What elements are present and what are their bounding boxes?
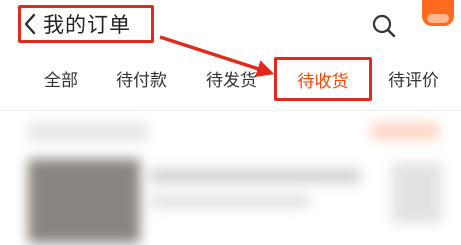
order-status-tabs: 全部 待付款 待发货 待收货 待评价 <box>0 54 461 111</box>
tab-pending-shipment[interactable]: 待发货 <box>206 66 257 91</box>
tab-pending-payment[interactable]: 待付款 <box>116 66 167 91</box>
order-list <box>0 111 461 245</box>
tab-pending-receipt-label: 待收货 <box>297 71 349 92</box>
tab-pending-receipt[interactable]: 待收货 <box>274 57 372 101</box>
blurred-product-title <box>150 169 360 183</box>
blurred-order-status <box>372 123 438 139</box>
tab-all[interactable]: 全部 <box>44 66 78 91</box>
back-button[interactable]: 我的订单 <box>18 5 154 43</box>
app-header: 我的订单 <box>0 0 461 54</box>
search-icon[interactable] <box>371 13 397 39</box>
tab-pending-review[interactable]: 待评价 <box>388 66 439 91</box>
chevron-left-icon[interactable] <box>23 12 39 36</box>
blurred-product-spec <box>150 195 310 207</box>
blurred-store-name <box>28 123 148 141</box>
page-title: 我的订单 <box>43 13 131 37</box>
blurred-product-image <box>28 159 140 243</box>
avatar[interactable] <box>422 0 454 26</box>
blurred-price <box>392 163 442 223</box>
